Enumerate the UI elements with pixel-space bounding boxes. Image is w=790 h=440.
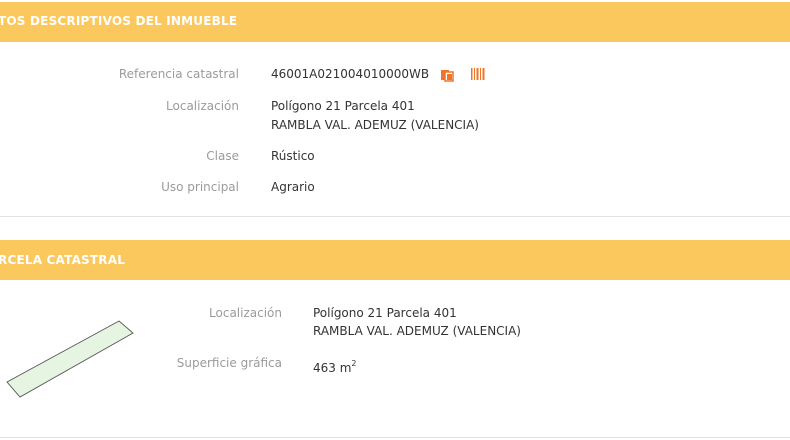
section-title: RCELA CATASTRAL [0, 253, 126, 267]
barcode-icon[interactable] [471, 67, 485, 81]
value-clase: Rústico [271, 149, 315, 163]
label-uso-principal: Uso principal [161, 180, 239, 194]
value-uso-principal: Agrario [271, 180, 315, 194]
section-title: TOS DESCRIPTIVOS DEL INMUEBLE [0, 14, 238, 28]
value-localizacion-parcela-line2: RAMBLA VAL. ADEMUZ (VALENCIA) [313, 324, 521, 338]
superficie-number: 463 m [313, 361, 352, 375]
section-divider [0, 216, 790, 217]
value-localizacion-line2: RAMBLA VAL. ADEMUZ (VALENCIA) [271, 118, 479, 132]
section-header-parcela-catastral: RCELA CATASTRAL [0, 240, 790, 280]
value-localizacion-line1: Polígono 21 Parcela 401 [271, 99, 415, 113]
value-referencia-catastral: 46001A021004010000WB [271, 67, 430, 81]
label-localizacion-parcela: Localización [209, 306, 282, 320]
section-header-datos-descriptivos: TOS DESCRIPTIVOS DEL INMUEBLE [0, 2, 790, 42]
label-clase: Clase [206, 149, 239, 163]
section-divider-bottom [0, 437, 790, 438]
label-referencia-catastral: Referencia catastral [118, 67, 239, 81]
parcel-map-thumbnail[interactable] [0, 315, 140, 405]
label-localizacion: Localización [166, 99, 239, 113]
superficie-unit-exponent: 2 [351, 359, 357, 368]
value-superficie-grafica: 463 m2 [313, 354, 357, 378]
copy-icon[interactable] [440, 68, 454, 82]
label-superficie-grafica: Superficie gráfica [176, 356, 282, 370]
value-localizacion-parcela-line1: Polígono 21 Parcela 401 [313, 306, 457, 320]
